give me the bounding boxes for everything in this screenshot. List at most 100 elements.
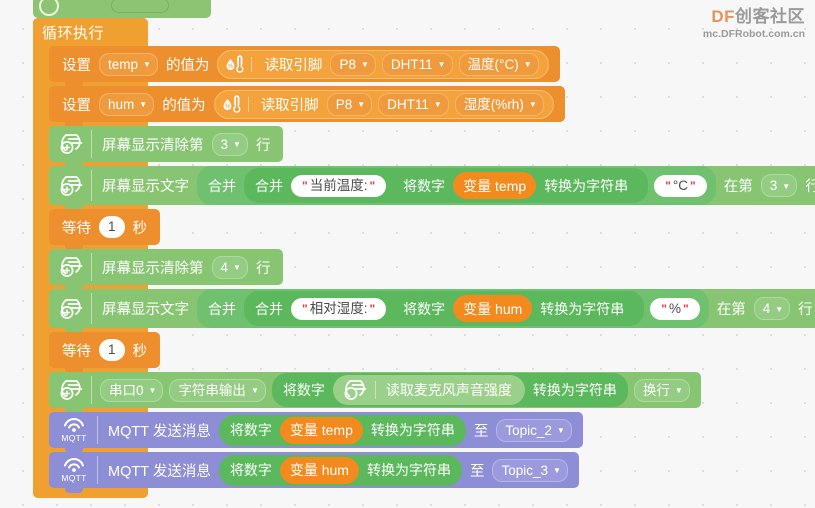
quote-mark: " xyxy=(302,178,308,193)
serial-print-block[interactable]: 串口0 ▼ 字符串输出 ▼ 将数字 读取麦克风声音强度 转换为字符串 换行 ▼ xyxy=(49,372,701,413)
mqtt-hum-variable-reporter[interactable]: 变量 hum xyxy=(279,456,359,484)
set-temp-variable-dropdown-value: temp xyxy=(108,56,139,72)
show-temp-text1-field-value: 当前温度: xyxy=(309,177,368,193)
block-row: 等待 1 秒 xyxy=(49,209,815,250)
mqtt-temp-variable-reporter[interactable]: 变量 temp xyxy=(279,416,363,444)
mqtt-temp-topic-dropdown-value: Topic_2 xyxy=(505,422,552,438)
divider xyxy=(91,170,92,201)
set-temp-pin-dropdown[interactable]: P8 ▼ xyxy=(330,52,376,76)
set-hum-variable-dropdown[interactable]: hum ▼ xyxy=(99,92,155,116)
set-temp-measure-dropdown[interactable]: 温度(°C) ▼ xyxy=(458,52,539,76)
wait-1-a-seconds-field[interactable]: 1 xyxy=(99,216,125,238)
block-row: MQTT MQTT 发送消息 将数字 变量 hum 转换为字符串 至 Topic_3 ▼ xyxy=(49,452,815,493)
show-temp-join-outer-block[interactable]: 合并 合并 " 当前温度: " 将数字 变量 temp 转换为字符串 " °C " xyxy=(197,166,716,205)
block-notch xyxy=(65,488,83,493)
set-hum-pin-dropdown[interactable]: P8 ▼ xyxy=(326,92,373,116)
show-temp-text2-field[interactable]: " °C " xyxy=(654,174,707,197)
show-temp-join-inner-block[interactable]: 合并 " 当前温度: " 将数字 变量 temp 转换为字符串 xyxy=(244,168,649,203)
serial-print-microphone-read-block[interactable]: 读取麦克风声音强度 xyxy=(332,375,525,405)
divider xyxy=(247,96,249,112)
set-hum-variable-dropdown-value: hum xyxy=(108,96,135,112)
quote-mark: " xyxy=(690,178,696,193)
set-hum-block[interactable]: 设置 hum ▼ 的值为 % 读取引脚 P8 ▼ DHT11 ▼ 湿度(%rh) ▼ xyxy=(49,86,565,127)
clear-line-4-block[interactable]: 屏幕显示清除第 4 ▼ 行 xyxy=(49,249,284,290)
clear-line-4-line-dropdown[interactable]: 4 ▼ xyxy=(211,255,248,279)
show-temp-join-outer-label: 合并 xyxy=(208,177,236,194)
clear-line-3-line-dropdown-value: 3 xyxy=(220,136,229,152)
screen-display-icon xyxy=(57,173,85,199)
show-hum-block[interactable]: 屏幕显示文字 合并 合并 " 相对湿度: " 将数字 变量 hum 转换为字符串 "% " 在第 4 ▼ 行 xyxy=(49,289,815,333)
show-hum-text2-field-value: % xyxy=(669,300,682,316)
show-hum-variable-reporter[interactable]: 变量 hum xyxy=(453,295,533,322)
block-row: 屏幕显示文字 合并 合并 " 相对湿度: " 将数字 变量 hum 转换为字符串 "% " 在第 4 ▼ 行 xyxy=(49,289,815,333)
show-hum-line-dropdown[interactable]: 4 ▼ xyxy=(753,297,791,320)
wait-1-b-prefix: 等待 xyxy=(62,343,91,360)
show-temp-suffix: 行 xyxy=(805,179,815,195)
clipped-block-above[interactable] xyxy=(33,0,211,18)
show-hum-line-dropdown-value: 4 xyxy=(762,301,771,316)
set-temp-variable-dropdown[interactable]: temp ▼ xyxy=(99,52,158,76)
show-temp-variable-reporter[interactable]: 变量 temp xyxy=(453,172,537,199)
mqtt-hum-num2str-suffix: 转换为字符串 xyxy=(366,462,451,478)
mqtt-temp-number-to-string-block[interactable]: 将数字 变量 temp 转换为字符串 xyxy=(218,414,466,446)
show-hum-number-to-string-block[interactable]: 将数字 变量 hum 转换为字符串 xyxy=(392,293,636,324)
show-temp-num2str-suffix: 转换为字符串 xyxy=(544,177,629,194)
set-hum-module-dropdown-value: DHT11 xyxy=(387,96,429,112)
set-hum-module-dropdown[interactable]: DHT11 ▼ xyxy=(378,92,449,116)
chevron-down-icon: ▼ xyxy=(148,386,157,395)
clear-line-3-block[interactable]: 屏幕显示清除第 3 ▼ 行 xyxy=(49,126,284,167)
mqtt-temp-block[interactable]: MQTT MQTT 发送消息 将数字 变量 temp 转换为字符串 至 Topic_2 ▼ xyxy=(49,412,583,453)
clear-line-3-suffix: 行 xyxy=(255,137,271,154)
show-hum-text2-field[interactable]: "% " xyxy=(650,297,700,320)
set-temp-module-dropdown[interactable]: DHT11 ▼ xyxy=(381,52,453,76)
show-temp-line-dropdown[interactable]: 3 ▼ xyxy=(760,174,798,197)
set-temp-set-label: 设置 xyxy=(62,57,91,74)
block-stack: 设置 temp ▼ 的值为 % 读取引脚 P8 ▼ DHT11 ▼ 温度(°C) ▼ 设置 hum ▼ 的… xyxy=(49,46,815,493)
mqtt-temp-num2str-suffix: 转换为字符串 xyxy=(370,422,455,438)
mqtt-hum-topic-dropdown[interactable]: Topic_3 ▼ xyxy=(492,458,568,482)
serial-print-number-to-string-block[interactable]: 将数字 读取麦克风声音强度 转换为字符串 xyxy=(271,373,628,407)
forever-loop-header[interactable]: 循环执行 xyxy=(33,18,148,46)
set-temp-block[interactable]: 设置 temp ▼ 的值为 % 读取引脚 P8 ▼ DHT11 ▼ 温度(°C) ▼ xyxy=(49,46,560,87)
serial-print-mode-dropdown-value: 字符串输出 xyxy=(178,382,246,398)
wait-1-b-suffix: 秒 xyxy=(132,343,148,360)
set-temp-measure-dropdown-value: 温度(°C) xyxy=(467,56,519,72)
show-hum-text1-field-value: 相对湿度: xyxy=(309,300,368,316)
show-hum-join-inner-block[interactable]: 合并 " 相对湿度: " 将数字 变量 hum 转换为字符串 xyxy=(244,291,645,326)
screen-display-icon xyxy=(57,254,85,280)
wait-1-b-seconds-field[interactable]: 1 xyxy=(99,339,125,361)
mqtt-temp-topic-dropdown[interactable]: Topic_2 ▼ xyxy=(496,418,572,442)
show-hum-join-outer-block[interactable]: 合并 合并 " 相对湿度: " 将数字 变量 hum 转换为字符串 "% " xyxy=(197,289,709,328)
chevron-down-icon: ▼ xyxy=(233,140,241,149)
mqtt-hum-topic-dropdown-value: Topic_3 xyxy=(501,462,549,478)
wait-1-a-seconds-field-value: 1 xyxy=(108,219,116,234)
chevron-down-icon: ▼ xyxy=(250,386,259,395)
chevron-down-icon: ▼ xyxy=(775,304,784,314)
mqtt-hum-block[interactable]: MQTT MQTT 发送消息 将数字 变量 hum 转换为字符串 至 Topic_3 ▼ xyxy=(49,452,579,493)
set-hum-measure-dropdown[interactable]: 湿度(%rh) ▼ xyxy=(454,92,544,116)
svg-text:%: % xyxy=(224,103,230,110)
show-temp-text1-field[interactable]: " 当前温度: " xyxy=(291,174,387,197)
serial-print-newline-dropdown[interactable]: 换行 ▼ xyxy=(633,378,690,402)
clear-line-3-line-dropdown[interactable]: 3 ▼ xyxy=(211,132,248,156)
chevron-down-icon: ▼ xyxy=(674,386,683,395)
show-temp-block[interactable]: 屏幕显示文字 合并 合并 " 当前温度: " 将数字 变量 temp 转换为字符串 " °C " 在第 3… xyxy=(49,166,815,210)
show-hum-text1-field[interactable]: " 相对湿度: " xyxy=(291,297,387,320)
wait-1-a-block[interactable]: 等待 1 秒 xyxy=(49,209,161,250)
mqtt-hum-number-to-string-block[interactable]: 将数字 变量 hum 转换为字符串 xyxy=(218,454,462,486)
wait-1-b-seconds-field-value: 1 xyxy=(108,342,116,357)
show-temp-number-to-string-block[interactable]: 将数字 变量 temp 转换为字符串 xyxy=(392,170,640,201)
set-hum-dht-read-block[interactable]: % 读取引脚 P8 ▼ DHT11 ▼ 湿度(%rh) ▼ xyxy=(213,89,554,119)
screen-display-icon xyxy=(57,377,85,403)
serial-print-mode-dropdown[interactable]: 字符串输出 ▼ xyxy=(169,378,266,402)
divider xyxy=(91,293,92,324)
serial-print-port-dropdown[interactable]: 串口0 ▼ xyxy=(100,378,164,402)
chevron-down-icon: ▼ xyxy=(433,100,442,109)
watermark-brand-rest: 创客社区 xyxy=(735,7,805,26)
forever-loop-label: 循环执行 xyxy=(42,24,105,42)
clipped-dropdown[interactable] xyxy=(111,0,169,13)
chevron-down-icon: ▼ xyxy=(143,60,151,69)
set-temp-dht-read-block[interactable]: % 读取引脚 P8 ▼ DHT11 ▼ 温度(°C) ▼ xyxy=(217,49,549,79)
screen-display-icon xyxy=(57,131,85,157)
wait-1-b-block[interactable]: 等待 1 秒 xyxy=(49,332,161,373)
